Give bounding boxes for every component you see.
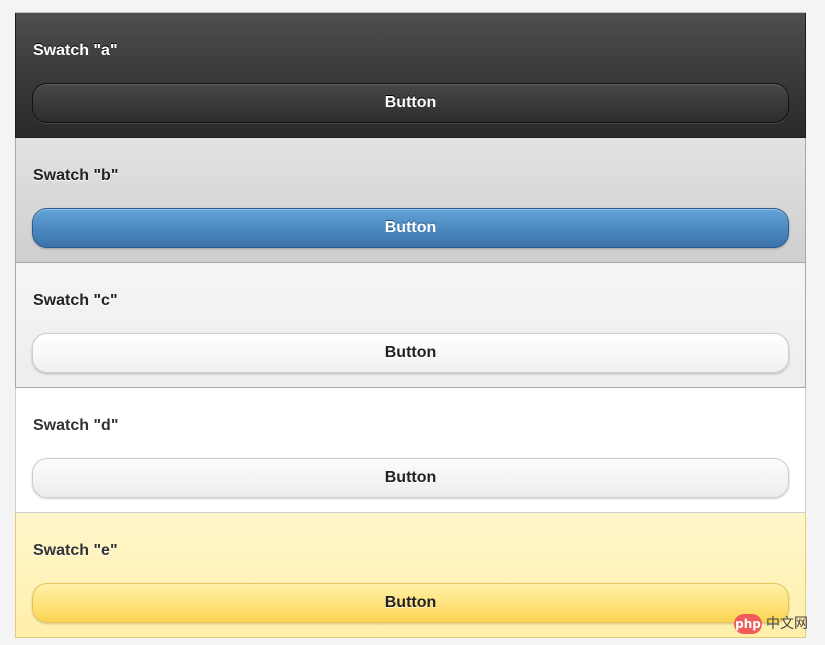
- php-logo-badge: php: [734, 614, 762, 634]
- swatch-c-title: Swatch "c": [33, 292, 118, 309]
- swatch-d-button[interactable]: Button: [32, 458, 789, 498]
- swatch-d-title: Swatch "d": [33, 417, 119, 434]
- swatch-e-button[interactable]: Button: [32, 583, 789, 623]
- swatch-c-button[interactable]: Button: [32, 333, 789, 373]
- swatch-a-title: Swatch "a": [33, 42, 118, 59]
- swatch-a-section: Swatch "a" Button: [15, 13, 806, 138]
- theme-swatches-panel: Swatch "a" Button Swatch "b" Button Swat…: [15, 12, 806, 639]
- swatch-e-title: Swatch "e": [33, 542, 118, 559]
- swatch-d-section: Swatch "d" Button: [15, 388, 806, 513]
- swatch-b-section: Swatch "b" Button: [15, 138, 806, 263]
- php-cn-watermark: php 中文网: [734, 612, 808, 636]
- swatch-b-title: Swatch "b": [33, 167, 119, 184]
- swatch-b-button[interactable]: Button: [32, 208, 789, 248]
- swatch-a-button[interactable]: Button: [32, 83, 789, 123]
- swatch-c-section: Swatch "c" Button: [15, 263, 806, 388]
- php-site-text: 中文网: [766, 616, 808, 632]
- swatch-e-section: Swatch "e" Button: [15, 513, 806, 638]
